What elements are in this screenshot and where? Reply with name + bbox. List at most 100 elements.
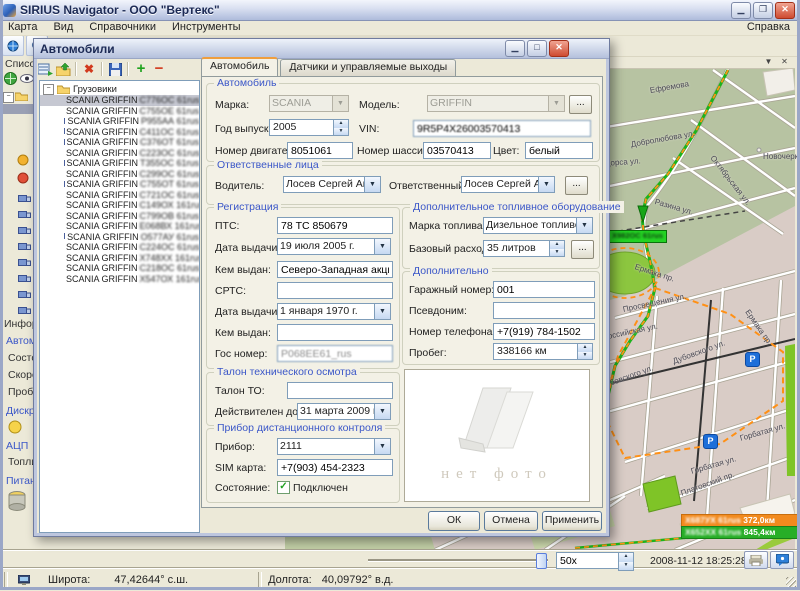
tree-item-vehicle[interactable]: SCANIA GRIFFIN С755ОЕ 61rus	[40, 106, 199, 117]
tree-item-vehicle[interactable]: SCANIA GRIFFIN С224ОС 61rus	[40, 242, 199, 253]
responsible-combo[interactable]: Лосев Сергей Анатоль▼	[461, 176, 555, 193]
ok-button[interactable]: ОК	[428, 511, 480, 531]
collapse-icon[interactable]: −	[43, 84, 54, 95]
map-dropdown-icon[interactable]: ▼	[762, 57, 775, 67]
color-field[interactable]	[525, 142, 593, 159]
message-button[interactable]	[770, 551, 794, 569]
issued-by-field[interactable]	[277, 261, 393, 278]
map-mode-button[interactable]	[2, 35, 24, 56]
chassis-number-field[interactable]	[423, 142, 491, 159]
remove-button[interactable]: −	[150, 60, 168, 78]
driver-combo[interactable]: Лосев Сергей Анатоль▼	[283, 176, 381, 193]
tree-item-vehicle[interactable]: SCANIA GRIFFIN С755ОТ 61rus	[40, 179, 199, 190]
resize-grip[interactable]	[786, 577, 796, 587]
tree-item-vehicle[interactable]: SCANIA GRIFFIN О577АУ 61rus	[40, 232, 199, 243]
tree-item-vehicle[interactable]: SCANIA GRIFFIN Х547ОХ 161rus	[40, 274, 199, 285]
year-stepper[interactable]: 2005▲▼	[269, 119, 349, 136]
add-button[interactable]: +	[132, 60, 150, 78]
mileage-stepper[interactable]: 338166 км▲▼	[493, 343, 593, 360]
connected-checkbox[interactable]: ✓	[277, 481, 290, 494]
tree-item-vehicle[interactable]: SCANIA GRIFFIN С299ОС 61rus	[40, 169, 199, 180]
persons-browse-button[interactable]: ...	[565, 176, 588, 195]
spin-up-icon[interactable]: ▲	[619, 553, 633, 562]
map-close-icon[interactable]: ✕	[778, 57, 791, 67]
device-combo[interactable]: 2111▼	[277, 438, 391, 455]
tree-item-vehicle[interactable]: SCANIA GRIFFIN С149ОХ 161rus	[40, 200, 199, 211]
menu-tools[interactable]: Инструменты	[164, 20, 249, 35]
import-button[interactable]	[54, 60, 72, 78]
group-extra: Дополнительно Гаражный номер: Псевдоним:…	[402, 271, 600, 365]
fuel-browse-button[interactable]: ...	[571, 240, 594, 259]
tree-item-vehicle[interactable]: SCANIA GRIFFIN С776ОС 61rus	[40, 95, 199, 106]
spin-up-icon: ▲	[550, 241, 564, 249]
srts-field[interactable]	[277, 282, 393, 299]
plate-number-field[interactable]	[277, 345, 393, 362]
truck-icon	[18, 226, 31, 236]
print-button[interactable]	[744, 551, 768, 569]
field-label: СРТС:	[215, 285, 246, 297]
menu-view[interactable]: Вид	[45, 20, 81, 35]
latitude-value: 47,42644° с.ш.	[114, 574, 188, 586]
eye-icon[interactable]	[20, 74, 34, 83]
parking-icon[interactable]: P	[703, 434, 718, 449]
ticket-field[interactable]	[287, 382, 393, 399]
delete-button[interactable]: ✖	[80, 60, 98, 78]
menu-help[interactable]: Справка	[737, 20, 800, 35]
tree-item-vehicle[interactable]: SCANIA GRIFFIN Е068ВХ 161rus	[40, 221, 199, 232]
fuel-type-combo[interactable]: Дизельное топливо▼	[483, 217, 593, 234]
field-label: Прибор:	[215, 441, 255, 453]
vehicle-map-label[interactable]: Х982ОС 61rus	[608, 230, 667, 243]
vehicle-tab-panel: Автомобиль Марка: SCANIA▼ Модель: GRIFFI…	[201, 76, 603, 508]
valid-until-picker[interactable]: 31 марта 2009 г.▼	[297, 403, 391, 420]
globe-icon[interactable]	[4, 72, 17, 85]
tree-root-row[interactable]: − Грузовики	[40, 81, 199, 95]
sim-field[interactable]	[277, 459, 393, 476]
tab-sensors[interactable]: Датчики и управляемые выходы	[280, 59, 456, 76]
cancel-button[interactable]: Отмена	[484, 511, 538, 531]
status-dot-icon	[17, 154, 29, 166]
tree-item-vehicle[interactable]: SCANIA GRIFFIN С376ОТ 61rus	[40, 137, 199, 148]
dialog-minimize-button[interactable]: ▁	[505, 40, 525, 57]
srts-issued-by-field[interactable]	[277, 324, 393, 341]
tree-item-vehicle[interactable]: SCANIA GRIFFIN Т355ОС 61rus	[40, 158, 199, 169]
dialog-maximize-button[interactable]: □	[527, 40, 547, 57]
dialog-close-button[interactable]: ✕	[549, 40, 569, 57]
pts-field[interactable]	[277, 217, 393, 234]
list-button[interactable]	[36, 60, 54, 78]
tree-item-vehicle[interactable]: SCANIA GRIFFIN С223ОС 61rus	[40, 148, 199, 159]
tree-item-vehicle[interactable]: SCANIA GRIFFIN С411ОС 61rus	[40, 127, 199, 138]
tree-item-vehicle[interactable]: SCANIA GRIFFIN С218ОС 61rus	[40, 263, 199, 274]
close-button[interactable]: ✕	[775, 2, 795, 19]
srts-date-picker[interactable]: 1 января 1970 г.▼	[277, 303, 391, 320]
vehicle-tree[interactable]: − Грузовики SCANIA GRIFFIN С776ОС 61rusS…	[39, 80, 200, 533]
tree-expander[interactable]: −	[3, 92, 14, 103]
issue-date-picker[interactable]: 19 июля 2005 г.▼	[277, 238, 391, 255]
engine-number-field[interactable]	[287, 142, 353, 159]
apply-button[interactable]: Применить	[542, 511, 602, 531]
vin-field[interactable]	[413, 120, 591, 137]
model-browse-button[interactable]: ...	[569, 95, 592, 114]
tab-vehicle[interactable]: Автомобиль	[201, 57, 278, 76]
minimize-button[interactable]: ▁	[731, 2, 751, 19]
speed-spinbox[interactable]: ▲▼	[556, 552, 632, 567]
phone-field[interactable]	[493, 323, 595, 340]
menu-map[interactable]: Карта	[0, 20, 45, 35]
spin-down-icon[interactable]: ▼	[619, 562, 633, 571]
tree-item-vehicle[interactable]: SCANIA GRIFFIN Х748ХХ 161rus	[40, 253, 199, 264]
menu-directories[interactable]: Справочники	[81, 20, 164, 35]
fuel-rate-stepper[interactable]: 35 литров▲▼	[483, 240, 565, 257]
speed-field[interactable]	[556, 552, 620, 569]
tree-item-vehicle[interactable]: SCANIA GRIFFIN С799ОВ 61rus	[40, 211, 199, 222]
playback-slider-thumb[interactable]	[536, 553, 547, 569]
track-label-green[interactable]: Х652ХХ 61rus 845,4км	[681, 526, 798, 539]
restore-button[interactable]: ❐	[753, 2, 773, 19]
tree-item-vehicle[interactable]: SCANIA GRIFFIN Р955АА 61rus	[40, 116, 199, 127]
alias-field[interactable]	[493, 302, 595, 319]
tree-item-vehicle[interactable]: SCANIA GRIFFIN С721ОС 61rus	[40, 190, 199, 201]
parking-icon[interactable]: P	[745, 352, 760, 367]
playback-slider-track[interactable]	[368, 559, 548, 562]
truck-icon	[18, 306, 31, 316]
field-label: Дата выдачи:	[215, 242, 280, 254]
garage-number-field[interactable]	[493, 281, 595, 298]
save-button[interactable]	[106, 60, 124, 78]
